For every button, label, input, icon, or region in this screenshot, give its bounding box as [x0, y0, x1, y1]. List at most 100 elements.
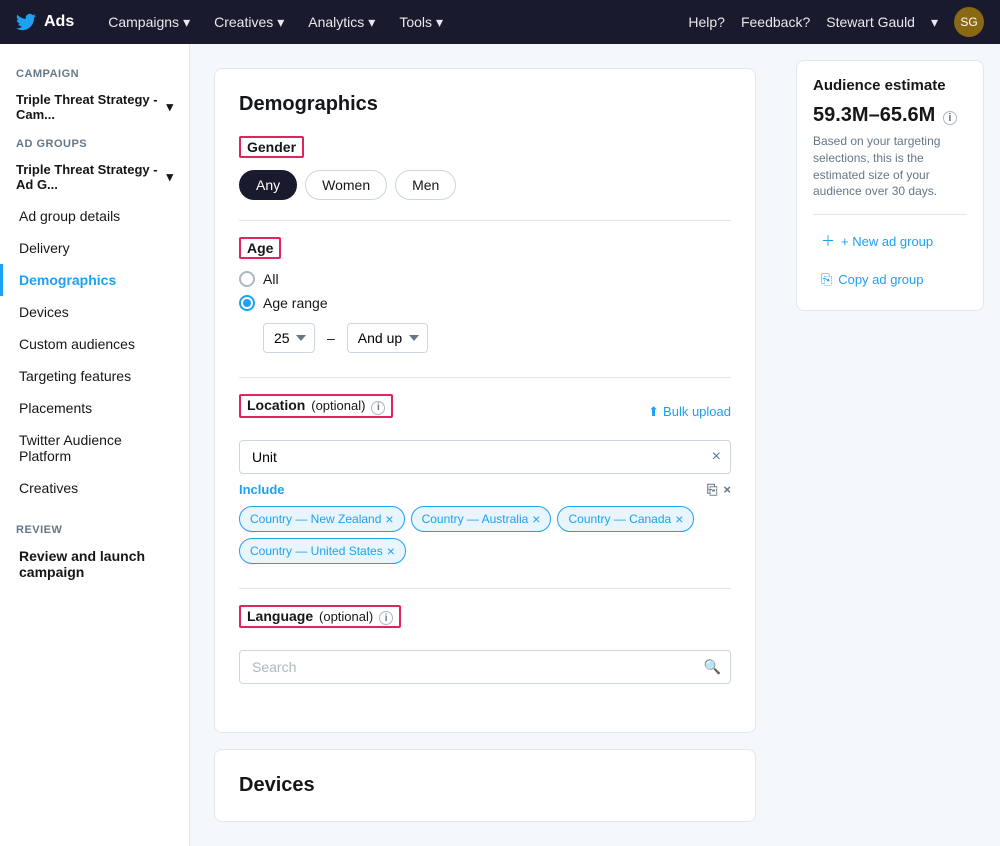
- age-all-radio[interactable]: [239, 271, 255, 287]
- user-name[interactable]: Stewart Gauld: [826, 14, 915, 30]
- adgroup-chevron-icon: ▾: [166, 169, 173, 185]
- location-tags-row2: Country — United States ×: [239, 538, 731, 564]
- nav-links: Campaigns ▾ Creatives ▾ Analytics ▾ Tool…: [98, 8, 688, 37]
- age-range-option[interactable]: Age range: [239, 295, 731, 311]
- location-search-input[interactable]: [239, 440, 731, 474]
- upload-icon: ⬆: [648, 404, 659, 420]
- location-label: Location (optional) i: [239, 394, 393, 418]
- sidebar-item-twitter-audience-platform[interactable]: Twitter Audience Platform: [0, 424, 189, 472]
- divider-2: [239, 377, 731, 378]
- review-section-label: REVIEW: [0, 516, 189, 540]
- demographics-card: Demographics Gender Any Women Men Age Al…: [214, 68, 756, 733]
- location-tag-au: Country — Australia ×: [411, 506, 552, 532]
- language-section: Language (optional) i 🔍: [239, 605, 731, 685]
- nav-tools[interactable]: Tools ▾: [389, 8, 453, 37]
- audience-estimate-title: Audience estimate: [813, 77, 967, 94]
- age-radio-group: All Age range: [239, 271, 731, 311]
- devices-title: Devices: [239, 774, 731, 797]
- tag-au-remove[interactable]: ×: [532, 511, 540, 527]
- campaign-name[interactable]: Triple Threat Strategy - Cam... ▾: [0, 84, 189, 130]
- language-label: Language (optional) i: [239, 605, 401, 629]
- campaign-chevron-icon: ▾: [166, 99, 173, 115]
- sidebar-item-creatives[interactable]: Creatives: [0, 472, 189, 504]
- adgroups-section-label: AD GROUPS: [0, 130, 189, 154]
- gender-label: Gender: [239, 136, 304, 158]
- sidebar-item-devices[interactable]: Devices: [0, 296, 189, 328]
- sidebar: CAMPAIGN Triple Threat Strategy - Cam...…: [0, 44, 190, 846]
- new-ad-group-button[interactable]: ＋ + New ad group: [813, 225, 967, 257]
- top-navigation: Ads Campaigns ▾ Creatives ▾ Analytics ▾ …: [0, 0, 1000, 44]
- twitter-logo-icon: [16, 12, 36, 32]
- gender-any-button[interactable]: Any: [239, 170, 297, 200]
- include-icons: ⎘ ×: [707, 482, 731, 498]
- divider-3: [239, 588, 731, 589]
- location-tag-ca: Country — Canada ×: [557, 506, 694, 532]
- logo[interactable]: Ads: [16, 12, 74, 32]
- copy-ad-group-button[interactable]: ⎘ Copy ad group: [813, 265, 967, 294]
- tag-ca-remove[interactable]: ×: [675, 511, 683, 527]
- sidebar-item-ad-group-details[interactable]: Ad group details: [0, 200, 189, 232]
- gender-options: Any Women Men: [239, 170, 731, 200]
- adgroup-name[interactable]: Triple Threat Strategy - Ad G... ▾: [0, 154, 189, 200]
- age-all-option[interactable]: All: [239, 271, 731, 287]
- plus-icon: ＋: [821, 231, 835, 251]
- help-link[interactable]: Help?: [688, 14, 725, 30]
- avatar[interactable]: SG: [954, 7, 984, 37]
- age-section: Age All Age range 13 18 21: [239, 237, 731, 353]
- age-label: Age: [239, 237, 281, 259]
- age-to-select[interactable]: And up 25 34 49: [347, 323, 428, 353]
- main-content: Demographics Gender Any Women Men Age Al…: [190, 44, 780, 846]
- gender-women-button[interactable]: Women: [305, 170, 387, 200]
- tag-us-remove[interactable]: ×: [387, 543, 395, 559]
- audience-estimate-description: Based on your targeting selections, this…: [813, 133, 967, 200]
- nav-right: Help? Feedback? Stewart Gauld ▾ SG: [688, 7, 984, 37]
- language-info-icon[interactable]: i: [379, 611, 393, 625]
- location-clear-button[interactable]: ×: [712, 448, 721, 466]
- location-section: Location (optional) i ⬆ Bulk upload ×: [239, 394, 731, 564]
- language-search-icon: 🔍: [704, 659, 721, 676]
- sidebar-item-custom-audiences[interactable]: Custom audiences: [0, 328, 189, 360]
- sidebar-item-targeting-features[interactable]: Targeting features: [0, 360, 189, 392]
- include-label: Include ⎘ ×: [239, 482, 731, 498]
- devices-card: Devices: [214, 749, 756, 822]
- nav-campaigns[interactable]: Campaigns ▾: [98, 8, 200, 37]
- user-dropdown-icon[interactable]: ▾: [931, 14, 938, 31]
- language-search-wrap: 🔍: [239, 650, 731, 684]
- location-info-icon[interactable]: i: [371, 401, 385, 415]
- include-copy-icon[interactable]: ⎘: [707, 482, 717, 498]
- gender-section: Gender Any Women Men: [239, 136, 731, 200]
- right-panel: Audience estimate 59.3M–65.6M i Based on…: [780, 44, 1000, 846]
- location-tag-us: Country — United States ×: [239, 538, 406, 564]
- sidebar-item-placements[interactable]: Placements: [0, 392, 189, 424]
- audience-estimate-range: 59.3M–65.6M i: [813, 104, 967, 127]
- age-range-radio[interactable]: [239, 295, 255, 311]
- audience-estimate-info-icon[interactable]: i: [943, 111, 957, 125]
- divider-1: [239, 220, 731, 221]
- location-tag-nz: Country — New Zealand ×: [239, 506, 405, 532]
- panel-actions: ＋ + New ad group ⎘ Copy ad group: [813, 225, 967, 294]
- demographics-title: Demographics: [239, 93, 731, 116]
- feedback-link[interactable]: Feedback?: [741, 14, 810, 30]
- sidebar-item-delivery[interactable]: Delivery: [0, 232, 189, 264]
- nav-analytics[interactable]: Analytics ▾: [298, 8, 385, 37]
- campaign-section-label: CAMPAIGN: [0, 60, 189, 84]
- location-tags: Country — New Zealand × Country — Austra…: [239, 506, 731, 532]
- language-label-wrap: Language (optional) i: [239, 605, 731, 641]
- copy-icon: ⎘: [821, 271, 832, 288]
- nav-creatives[interactable]: Creatives ▾: [204, 8, 294, 37]
- include-clear-icon[interactable]: ×: [723, 482, 731, 498]
- language-search-input[interactable]: [239, 650, 731, 684]
- age-range-row: 13 18 21 25 35 50 – And up 25 34 49: [263, 323, 731, 353]
- tag-nz-remove[interactable]: ×: [385, 511, 393, 527]
- include-section: Include ⎘ × Country — New Zealand × Coun…: [239, 482, 731, 564]
- audience-divider: [813, 214, 967, 215]
- age-dash: –: [327, 330, 335, 346]
- location-search-wrap: ×: [239, 440, 731, 474]
- location-label-wrap: Location (optional) i: [239, 394, 393, 430]
- sidebar-item-review-launch[interactable]: Review and launch campaign: [0, 540, 189, 588]
- gender-men-button[interactable]: Men: [395, 170, 456, 200]
- age-from-select[interactable]: 13 18 21 25 35 50: [263, 323, 315, 353]
- sidebar-item-demographics[interactable]: Demographics: [0, 264, 189, 296]
- audience-estimate-card: Audience estimate 59.3M–65.6M i Based on…: [796, 60, 984, 311]
- bulk-upload-button[interactable]: ⬆ Bulk upload: [648, 404, 731, 420]
